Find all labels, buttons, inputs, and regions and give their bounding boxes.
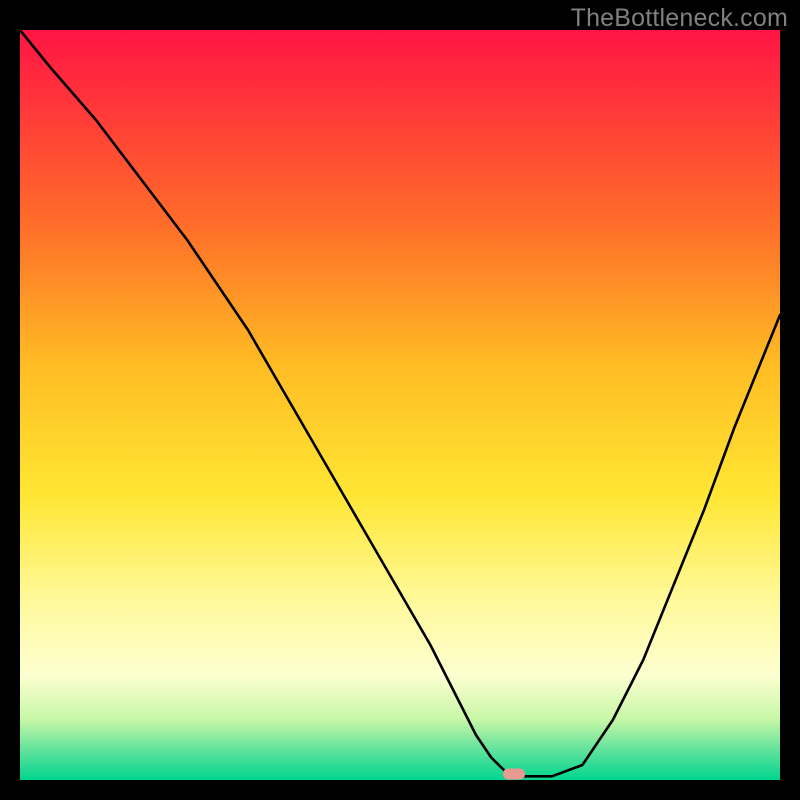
plot-area [20,30,780,780]
chart-frame: TheBottleneck.com [0,0,800,800]
chart-svg [20,30,780,780]
watermark-label: TheBottleneck.com [571,4,788,33]
optimal-marker [503,769,525,780]
chart-background [20,30,780,780]
